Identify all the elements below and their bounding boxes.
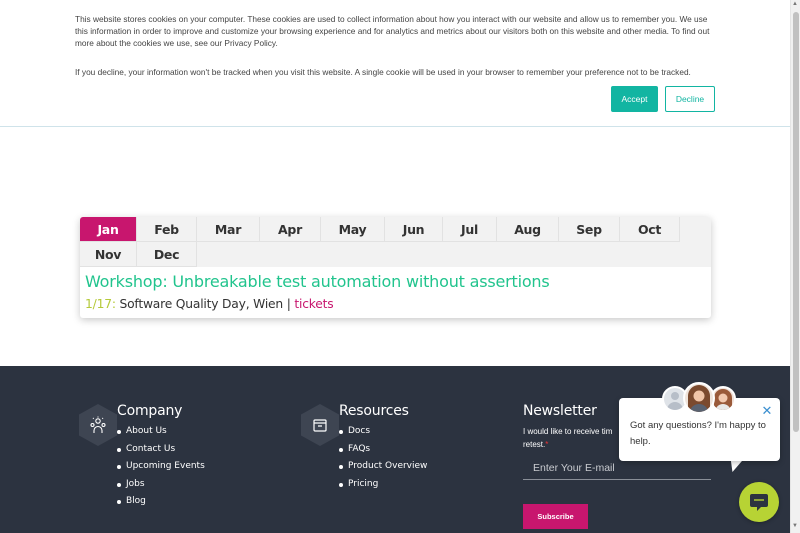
resources-links: Docs FAQs Product Overview Pricing	[339, 426, 427, 496]
event-location: Software Quality Day, Wien |	[115, 297, 295, 311]
chat-message: Got any questions? I'm happy to help.	[630, 420, 766, 447]
accept-button[interactable]: Accept	[611, 86, 658, 112]
page-scrollbar[interactable]: ▲ ▼	[790, 0, 800, 533]
link-jobs[interactable]: Jobs	[117, 479, 205, 497]
company-title: Company	[117, 403, 183, 419]
event-date: 1/17:	[85, 297, 116, 311]
link-pricing[interactable]: Pricing	[339, 479, 427, 497]
event-details: 1/17: Software Quality Day, Wien | ticke…	[85, 297, 334, 311]
page: This website stores cookies on your comp…	[0, 0, 800, 533]
company-links: About Us Contact Us Upcoming Events Jobs…	[117, 426, 205, 514]
tab-month-aug[interactable]: Aug	[497, 217, 559, 242]
tab-month-dec[interactable]: Dec	[137, 242, 197, 267]
tickets-link[interactable]: tickets	[294, 297, 333, 311]
events-calendar: Jan Feb Mar Apr May Jun Jul Aug Sep Oct …	[80, 217, 711, 318]
newsletter-consent-text: I would like to receive tim retest.*	[523, 425, 633, 451]
link-faqs[interactable]: FAQs	[339, 444, 427, 462]
subscribe-button[interactable]: Subscribe	[523, 504, 588, 529]
newsletter-title: Newsletter	[523, 403, 597, 419]
tab-month-sep[interactable]: Sep	[559, 217, 620, 242]
link-about-us[interactable]: About Us	[117, 426, 205, 444]
tab-month-oct[interactable]: Oct	[620, 217, 680, 242]
tab-month-jan[interactable]: Jan	[80, 217, 137, 242]
agent-avatar-2	[683, 382, 715, 414]
newsletter-consent-line2: retest.	[523, 440, 546, 449]
tab-month-mar[interactable]: Mar	[197, 217, 260, 242]
tab-month-jul[interactable]: Jul	[443, 217, 497, 242]
tab-month-nov[interactable]: Nov	[80, 242, 137, 267]
link-product-overview[interactable]: Product Overview	[339, 461, 427, 479]
tab-month-feb[interactable]: Feb	[137, 217, 197, 242]
scroll-down-arrow-icon[interactable]: ▼	[792, 523, 798, 529]
tab-month-apr[interactable]: Apr	[260, 217, 321, 242]
cookie-text: This website stores cookies on your comp…	[75, 14, 710, 49]
link-blog[interactable]: Blog	[117, 496, 205, 514]
link-docs[interactable]: Docs	[339, 426, 427, 444]
event-title[interactable]: Workshop: Unbreakable test automation wi…	[85, 272, 550, 291]
close-icon[interactable]: ✕	[760, 404, 774, 418]
scroll-thumb[interactable]	[793, 12, 799, 432]
required-mark: *	[545, 440, 549, 449]
cookie-banner: This website stores cookies on your comp…	[0, 0, 790, 127]
newsletter-consent-line1: I would like to receive tim	[523, 427, 613, 436]
decline-button[interactable]: Decline	[665, 86, 715, 112]
resources-title: Resources	[339, 403, 409, 419]
cookie-decline-info: If you decline, your information won't b…	[75, 67, 691, 77]
scroll-up-arrow-icon[interactable]: ▲	[792, 1, 798, 7]
link-upcoming-events[interactable]: Upcoming Events	[117, 461, 205, 479]
chat-icon[interactable]	[739, 482, 779, 522]
link-contact-us[interactable]: Contact Us	[117, 444, 205, 462]
tab-month-may[interactable]: May	[321, 217, 385, 242]
month-tabs: Jan Feb Mar Apr May Jun Jul Aug Sep Oct …	[80, 217, 711, 267]
tab-month-jun[interactable]: Jun	[385, 217, 443, 242]
